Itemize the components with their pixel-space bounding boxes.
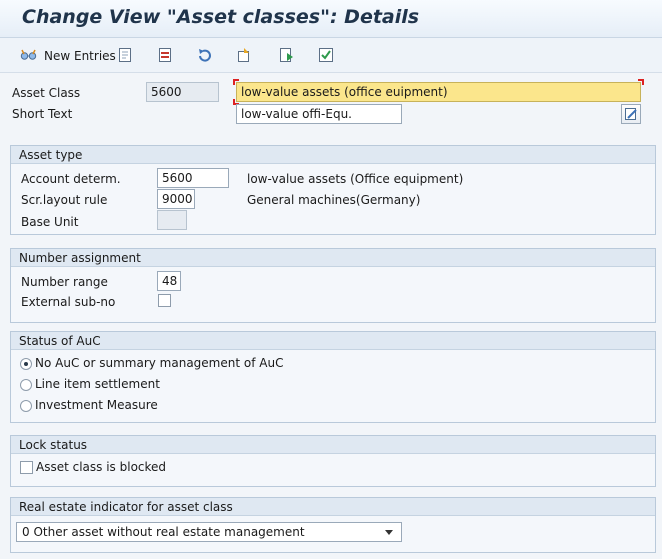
main-area: Asset Class 5600 low-value assets (offic… xyxy=(0,73,662,559)
short-text-label: Short Text xyxy=(12,107,73,121)
previous-entry-icon[interactable] xyxy=(236,47,252,65)
chevron-down-icon[interactable] xyxy=(385,530,393,535)
base-unit-label: Base Unit xyxy=(21,215,79,229)
select-all-icon[interactable] xyxy=(318,47,334,65)
edit-text-icon xyxy=(624,107,638,124)
number-assignment-group-title: Number assignment xyxy=(11,249,655,267)
account-determ-field[interactable]: 5600 xyxy=(157,168,229,188)
asset-class-label: Asset Class xyxy=(12,86,81,100)
scr-layout-label: Scr.layout rule xyxy=(21,193,108,207)
asset-class-description-field[interactable]: low-value assets (office euipment) xyxy=(236,82,641,102)
long-text-button[interactable] xyxy=(621,104,641,124)
external-sub-no-label: External sub-no xyxy=(21,295,116,309)
focus-corner xyxy=(233,79,239,85)
asset-class-field[interactable]: 5600 xyxy=(146,82,219,102)
real-estate-dropdown[interactable]: 0 Other asset without real estate manage… xyxy=(16,522,402,542)
undo-icon[interactable] xyxy=(197,47,213,65)
title-bar: Change View "Asset classes": Details xyxy=(0,0,662,38)
asset-type-group: Asset type Account determ. 5600 low-valu… xyxy=(10,145,656,235)
number-range-label: Number range xyxy=(21,275,108,289)
scr-layout-description: General machines(Germany) xyxy=(247,193,421,207)
asset-type-group-title: Asset type xyxy=(11,146,655,164)
toolbar: New Entries xyxy=(0,38,662,73)
asset-class-blocked-label: Asset class is blocked xyxy=(36,460,167,474)
copy-icon[interactable] xyxy=(117,47,133,65)
glasses-icon xyxy=(20,48,38,65)
radio-no-auc-label: No AuC or summary management of AuC xyxy=(35,356,284,370)
radio-line-item-settlement[interactable] xyxy=(20,379,32,391)
new-entries-button[interactable]: New Entries xyxy=(20,47,116,65)
real-estate-group: Real estate indicator for asset class 0 … xyxy=(10,497,656,553)
lock-status-group: Lock status Asset class is blocked xyxy=(10,435,656,487)
status-auc-group-title: Status of AuC xyxy=(11,332,655,350)
real-estate-group-title: Real estate indicator for asset class xyxy=(11,498,655,516)
account-determ-description: low-value assets (Office equipment) xyxy=(247,172,464,186)
lock-status-group-title: Lock status xyxy=(11,436,655,454)
external-sub-no-checkbox[interactable] xyxy=(158,294,171,307)
number-assignment-group: Number assignment Number range 48 Extern… xyxy=(10,248,656,323)
short-text-field[interactable]: low-value offi-Equ. xyxy=(236,104,402,124)
next-entry-icon[interactable] xyxy=(278,47,294,65)
status-auc-group: Status of AuC No AuC or summary manageme… xyxy=(10,331,656,423)
delete-icon[interactable] xyxy=(157,47,173,65)
asset-class-blocked-checkbox[interactable] xyxy=(20,461,33,474)
radio-investment-measure-label: Investment Measure xyxy=(35,398,158,412)
base-unit-field[interactable] xyxy=(157,210,187,230)
focus-corner xyxy=(638,79,644,85)
account-determ-label: Account determ. xyxy=(21,172,121,186)
real-estate-selected-value: 0 Other asset without real estate manage… xyxy=(22,525,305,539)
new-entries-label: New Entries xyxy=(44,49,116,63)
radio-investment-measure[interactable] xyxy=(20,400,32,412)
scr-layout-field[interactable]: 9000 xyxy=(157,189,195,209)
number-range-field[interactable]: 48 xyxy=(157,271,181,291)
radio-line-item-settlement-label: Line item settlement xyxy=(35,377,160,391)
radio-no-auc[interactable] xyxy=(20,358,32,370)
page-title: Change View "Asset classes": Details xyxy=(22,6,420,28)
